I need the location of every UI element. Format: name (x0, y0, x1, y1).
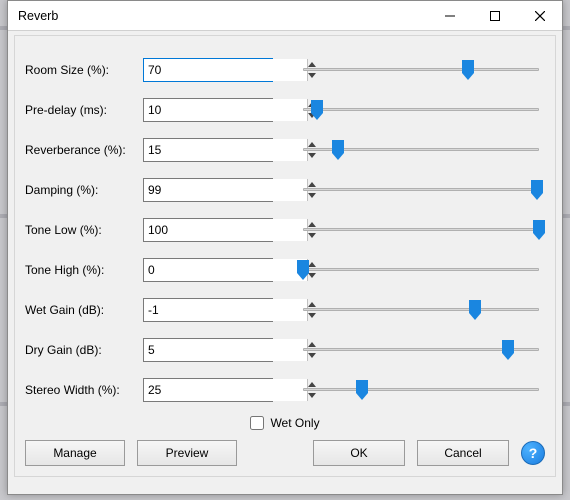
slider-thumb-pre_delay[interactable] (311, 100, 323, 120)
slider-track (303, 108, 539, 111)
slider-track (303, 388, 539, 391)
slider-stereo_width[interactable] (303, 378, 539, 402)
label-damping: Damping (%): (25, 183, 137, 197)
slider-thumb-stereo_width[interactable] (356, 380, 368, 400)
slider-track (303, 188, 539, 191)
input-reverberance[interactable] (144, 139, 307, 161)
slider-track (303, 68, 539, 71)
button-bar: Manage Preview OK Cancel ? (25, 440, 545, 466)
slider-tone_low[interactable] (303, 218, 539, 242)
wet-only-row: Wet Only (25, 416, 545, 430)
slider-thumb-damping[interactable] (531, 180, 543, 200)
slider-tone_high[interactable] (303, 258, 539, 282)
label-tone_high: Tone High (%): (25, 263, 137, 277)
slider-room_size[interactable] (303, 58, 539, 82)
param-row-tone_low: Tone Low (%): (25, 210, 545, 250)
cancel-button[interactable]: Cancel (417, 440, 509, 466)
slider-thumb-wet_gain[interactable] (469, 300, 481, 320)
param-row-tone_high: Tone High (%): (25, 250, 545, 290)
slider-reverberance[interactable] (303, 138, 539, 162)
spinner-tone_low[interactable] (143, 218, 273, 242)
slider-thumb-room_size[interactable] (462, 60, 474, 80)
manage-button[interactable]: Manage (25, 440, 125, 466)
slider-thumb-tone_low[interactable] (533, 220, 545, 240)
slider-pre_delay[interactable] (303, 98, 539, 122)
param-row-dry_gain: Dry Gain (dB): (25, 330, 545, 370)
spinner-wet_gain[interactable] (143, 298, 273, 322)
slider-track (303, 228, 539, 231)
spinner-tone_high[interactable] (143, 258, 273, 282)
input-wet_gain[interactable] (144, 299, 307, 321)
slider-damping[interactable] (303, 178, 539, 202)
slider-thumb-reverberance[interactable] (332, 140, 344, 160)
minimize-button[interactable] (427, 1, 472, 31)
param-row-pre_delay: Pre-delay (ms): (25, 90, 545, 130)
spinner-pre_delay[interactable] (143, 98, 273, 122)
wet-only-checkbox[interactable] (250, 416, 264, 430)
spinner-room_size[interactable] (143, 58, 273, 82)
spinner-damping[interactable] (143, 178, 273, 202)
spinner-dry_gain[interactable] (143, 338, 273, 362)
input-pre_delay[interactable] (144, 99, 307, 121)
window-title: Reverb (8, 9, 427, 23)
label-tone_low: Tone Low (%): (25, 223, 137, 237)
titlebar: Reverb (8, 1, 562, 31)
param-row-stereo_width: Stereo Width (%): (25, 370, 545, 410)
param-row-reverberance: Reverberance (%): (25, 130, 545, 170)
input-room_size[interactable] (144, 59, 307, 81)
param-row-room_size: Room Size (%): (25, 50, 545, 90)
reverb-dialog: Reverb Room Size (%): Pre-delay (ms): Reve… (7, 0, 563, 495)
slider-track (303, 268, 539, 271)
input-damping[interactable] (144, 179, 307, 201)
slider-thumb-dry_gain[interactable] (502, 340, 514, 360)
label-stereo_width: Stereo Width (%): (25, 383, 137, 397)
slider-wet_gain[interactable] (303, 298, 539, 322)
slider-thumb-tone_high[interactable] (297, 260, 309, 280)
label-pre_delay: Pre-delay (ms): (25, 103, 137, 117)
ok-button[interactable]: OK (313, 440, 405, 466)
slider-dry_gain[interactable] (303, 338, 539, 362)
spinner-stereo_width[interactable] (143, 378, 273, 402)
wet-only-label: Wet Only (270, 416, 319, 430)
maximize-button[interactable] (472, 1, 517, 31)
input-tone_high[interactable] (144, 259, 307, 281)
label-room_size: Room Size (%): (25, 63, 137, 77)
input-dry_gain[interactable] (144, 339, 307, 361)
parameter-group: Room Size (%): Pre-delay (ms): Reverberanc… (14, 35, 556, 477)
input-stereo_width[interactable] (144, 379, 307, 401)
help-button[interactable]: ? (521, 441, 545, 465)
label-dry_gain: Dry Gain (dB): (25, 343, 137, 357)
spinner-reverberance[interactable] (143, 138, 273, 162)
param-row-damping: Damping (%): (25, 170, 545, 210)
label-reverberance: Reverberance (%): (25, 143, 137, 157)
param-row-wet_gain: Wet Gain (dB): (25, 290, 545, 330)
input-tone_low[interactable] (144, 219, 307, 241)
slider-track (303, 308, 539, 311)
close-button[interactable] (517, 1, 562, 31)
preview-button[interactable]: Preview (137, 440, 237, 466)
label-wet_gain: Wet Gain (dB): (25, 303, 137, 317)
